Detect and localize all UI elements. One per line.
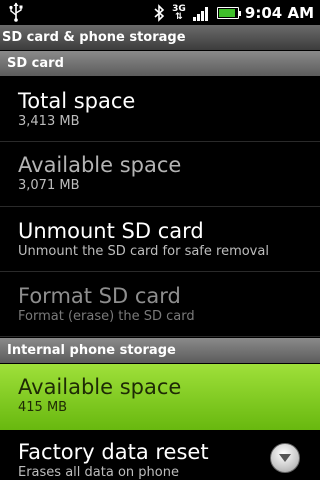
section-header-sd-card: SD card (0, 51, 320, 76)
item-title: Available space (18, 375, 182, 399)
item-title: Format SD card (18, 284, 181, 308)
list-item-sd-available-space[interactable]: Available space 3,071 MB (0, 142, 320, 207)
section-header-internal-storage: Internal phone storage (0, 338, 320, 363)
list-item-internal-available-space[interactable]: Available space 415 MB (0, 364, 320, 430)
item-title: Total space (18, 89, 136, 113)
chevron-down-icon (279, 454, 291, 462)
page-title: SD card & phone storage (0, 25, 320, 50)
status-bar: 3G ⇅ 9:04 AM (0, 0, 320, 25)
bluetooth-icon (154, 3, 165, 22)
battery-icon (216, 6, 241, 19)
item-summary: 3,413 MB (18, 114, 80, 129)
list-item-unmount-sd-card[interactable]: Unmount SD card Unmount the SD card for … (0, 207, 320, 272)
item-title: Unmount SD card (18, 219, 204, 243)
screen: 3G ⇅ 9:04 AM SD card & phone storage SD … (0, 0, 320, 480)
scroll-down-button[interactable] (270, 443, 300, 473)
list-item-total-space[interactable]: Total space 3,413 MB (0, 77, 320, 142)
signal-icon (192, 5, 211, 21)
item-title: Available space (18, 153, 182, 177)
item-summary: 3,071 MB (18, 178, 80, 193)
status-time: 9:04 AM (244, 3, 314, 22)
3g-data-icon: 3G ⇅ (172, 3, 186, 22)
item-summary: 415 MB (18, 400, 68, 415)
item-summary: Format (erase) the SD card (18, 309, 195, 324)
list-item-format-sd-card[interactable]: Format SD card Format (erase) the SD car… (0, 272, 320, 337)
usb-icon (9, 2, 23, 22)
item-summary: Unmount the SD card for safe removal (18, 244, 269, 259)
